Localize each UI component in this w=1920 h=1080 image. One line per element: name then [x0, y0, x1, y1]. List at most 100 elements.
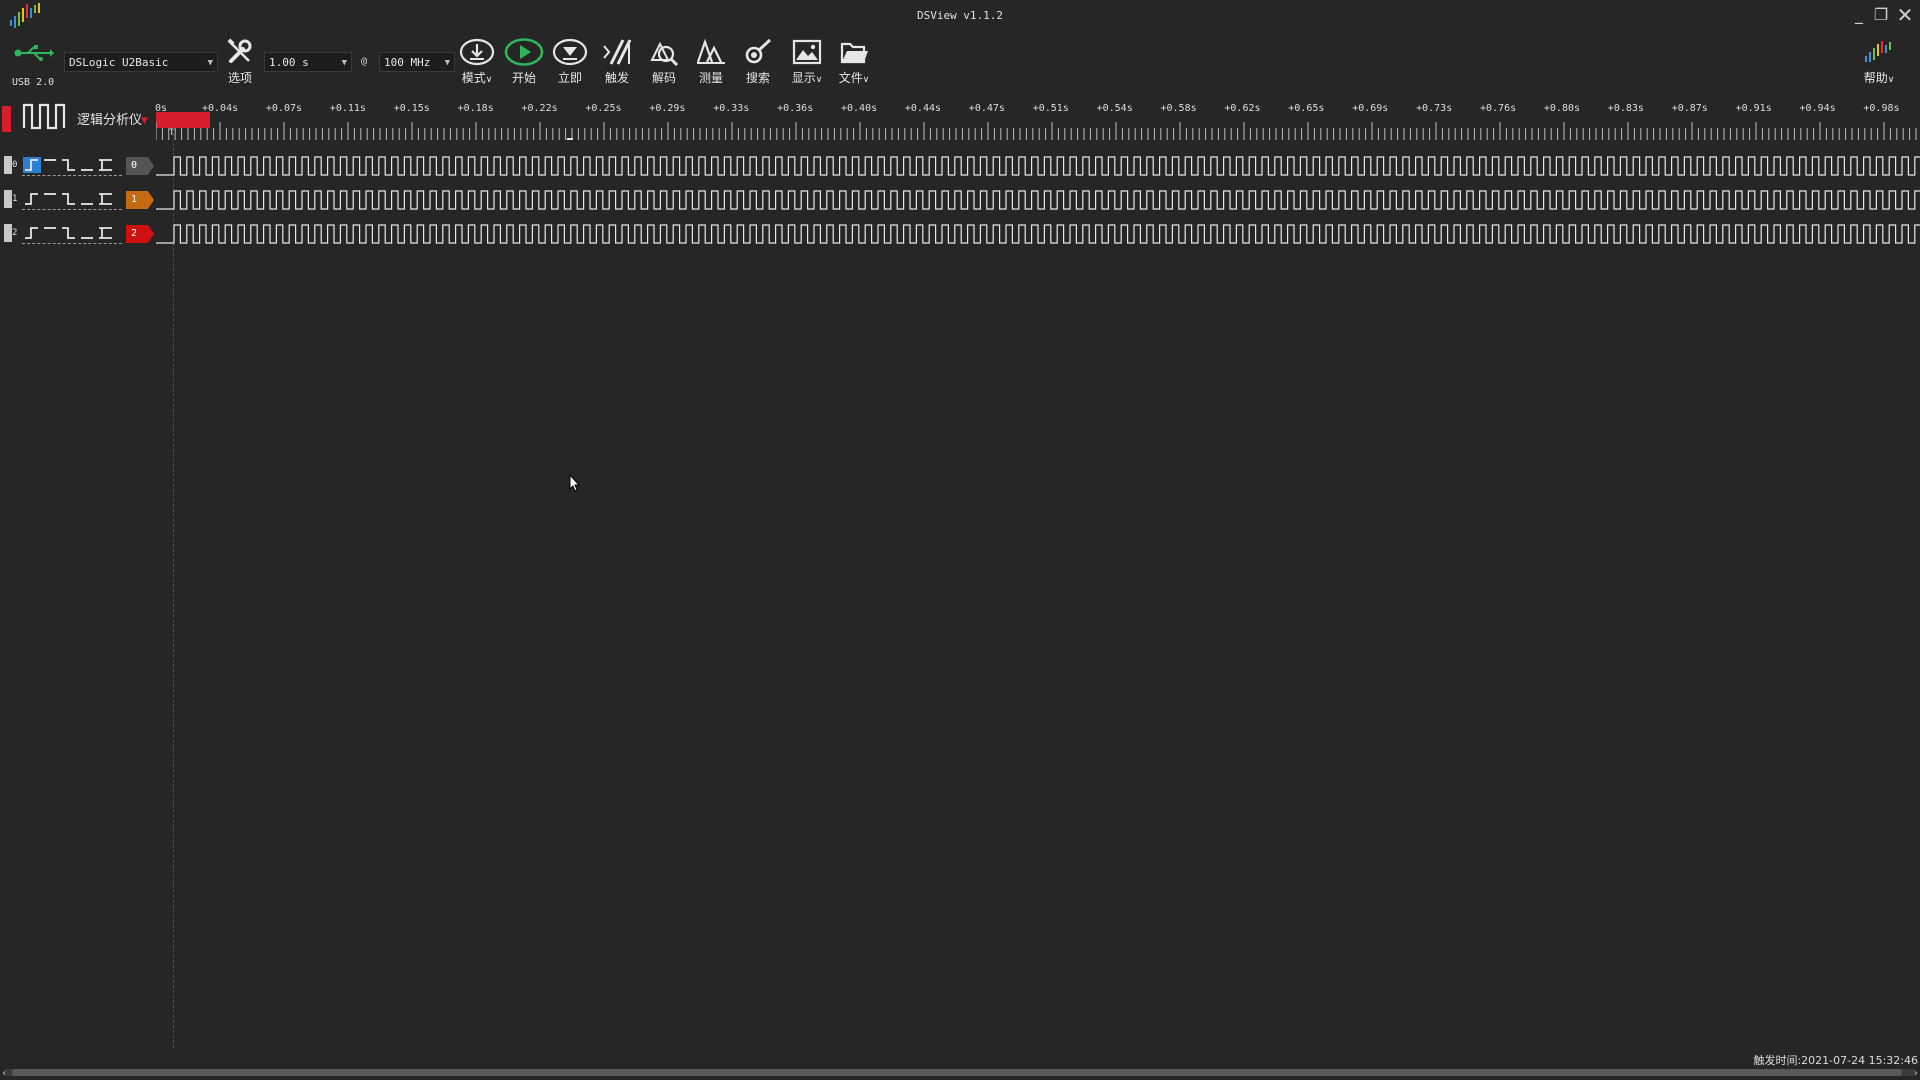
help-icon [1865, 41, 1891, 62]
chevron-down-icon: ∨ [485, 75, 493, 85]
mouse-pointer-icon [569, 474, 581, 492]
channel-trigger-options[interactable] [22, 155, 122, 176]
start-icon [504, 38, 544, 66]
chevron-down-icon: ∨ [862, 75, 870, 85]
instant-icon [552, 38, 588, 66]
channel-waveform [156, 190, 1920, 210]
ruler-tick-label: +0.73s [1416, 103, 1453, 114]
channel-drag-handle[interactable] [4, 156, 12, 174]
channel-trigger-options[interactable] [22, 189, 122, 210]
ruler-tick-label: +0.07s [265, 103, 303, 114]
ruler-tick-label: +0.25s [585, 103, 622, 114]
trigger-time-status: 触发时间:2021-07-24 15:32:46 [1753, 1054, 1918, 1067]
channel-row[interactable]: 11 [0, 185, 1920, 215]
file-button[interactable]: 文件∨ [831, 38, 877, 94]
measure-icon [696, 38, 725, 64]
ruler-tick-label: +0.83s [1607, 103, 1644, 114]
trigger-edge-icons[interactable] [22, 189, 122, 209]
samplerate-value: 100 MHz [384, 56, 431, 69]
channel-drag-handle[interactable] [4, 190, 12, 208]
scroll-right-arrow[interactable]: › [1914, 1068, 1918, 1079]
minimize-button[interactable]: _ [1848, 4, 1870, 26]
options-button[interactable]: 选项 [217, 38, 263, 94]
channel-index: 1 [12, 194, 18, 204]
device-name: DSLogic U2Basic [69, 56, 169, 69]
trigger-edge-icons[interactable] [22, 155, 122, 175]
mode-label: 模式∨ [461, 71, 493, 85]
wrench-icon [227, 38, 252, 63]
display-label: 显示∨ [791, 71, 823, 85]
trigger-button[interactable]: 触发 [594, 38, 640, 94]
mode-dropdown-arrow[interactable]: ▼ [141, 116, 148, 126]
decode-label: 解码 [651, 71, 676, 85]
usb-label: USB 2.0 [12, 77, 55, 88]
device-select[interactable]: DSLogic U2Basic ▼ [64, 52, 218, 72]
ruler-tick-label: +0.65s [1288, 103, 1325, 114]
file-icon [840, 42, 868, 64]
ruler-tick-label: +0.58s [1160, 103, 1197, 114]
ruler-tick-label: +0.87s [1671, 103, 1708, 114]
ruler-tick-label: +0.62s [1224, 103, 1261, 114]
start-button[interactable]: 开始 [501, 38, 547, 94]
ruler-tick-label: +0.22s [521, 103, 558, 114]
decode-icon [650, 41, 679, 66]
search-icon [745, 38, 772, 64]
trigger-edge-icons[interactable] [22, 223, 122, 243]
duration-select[interactable]: 1.00 s ▼ [264, 52, 352, 72]
chevron-down-icon: ▼ [444, 58, 450, 68]
ruler-tick-label: +0.33s [713, 103, 750, 114]
samplerate-select[interactable]: 100 MHz ▼ [379, 52, 455, 72]
channel-index: 2 [12, 228, 18, 238]
ruler-ticks [156, 122, 1917, 140]
display-button[interactable]: 显示∨ [784, 38, 830, 94]
ruler-tick-label: +0.94s [1799, 103, 1836, 114]
ruler-tick-label: +0.36s [777, 103, 814, 114]
close-button[interactable]: ✕ [1894, 4, 1916, 26]
usb-icon [14, 45, 54, 61]
restore-button[interactable]: ❐ [1870, 4, 1892, 26]
channel-trigger-options[interactable] [22, 223, 122, 244]
ruler-tick-label: +0.91s [1735, 103, 1772, 114]
trigger-line [173, 128, 174, 1048]
ruler-tick-label: +0.80s [1543, 103, 1581, 114]
trigger-label: 触发 [604, 71, 629, 85]
horizontal-scrollbar[interactable] [4, 1069, 1916, 1076]
scroll-left-arrow[interactable]: ‹ [2, 1068, 6, 1079]
instant-label: 立即 [557, 71, 582, 85]
search-label: 搜索 [745, 71, 770, 85]
chevron-down-icon: ∨ [1887, 75, 1895, 85]
mode-button[interactable]: 模式∨ [454, 38, 500, 94]
ruler-tick-label: +0.47s [968, 103, 1005, 114]
help-label: 帮助∨ [1863, 71, 1895, 85]
search-button[interactable]: 搜索 [735, 38, 781, 94]
measure-button[interactable]: 测量 [688, 38, 734, 94]
ruler-tick-label: +0.69s [1352, 103, 1389, 114]
channel-color-badge[interactable]: 2 [126, 225, 154, 243]
instant-button[interactable]: 立即 [547, 38, 593, 94]
channel-waveform [156, 224, 1920, 244]
ruler-tick-label: +0.54s [1096, 103, 1133, 114]
start-label: 开始 [511, 71, 536, 85]
channel-drag-handle[interactable] [4, 224, 12, 242]
ruler-tick-label: +0.18s [457, 103, 494, 114]
channel-row[interactable]: 22 [0, 219, 1920, 249]
ruler-tick-label: +0.44s [904, 103, 942, 114]
channel-color-badge[interactable]: 1 [126, 191, 154, 209]
chevron-down-icon: ▼ [207, 58, 213, 68]
channel-waveform [156, 156, 1920, 176]
help-button[interactable]: 帮助∨ [1856, 38, 1902, 94]
channel-row[interactable]: 00 [0, 151, 1920, 181]
window-title: DSView v1.1.2 [916, 9, 1004, 22]
decode-button[interactable]: 解码 [641, 38, 687, 94]
ruler-tick-label: +0.04s [202, 103, 239, 114]
cursor-marker [567, 138, 573, 140]
options-label: 选项 [227, 71, 252, 85]
logic-mode-icon[interactable] [22, 102, 68, 130]
scrollbar-thumb[interactable] [12, 1069, 1902, 1076]
at-symbol: @ [361, 56, 368, 67]
ruler-tick-label: +0.15s [393, 103, 430, 114]
ruler-tick-label: +0.51s [1032, 103, 1069, 114]
channel-color-badge[interactable]: 0 [126, 157, 154, 175]
duration-value: 1.00 s [269, 56, 309, 69]
ruler-tick-label: +0.98s [1863, 103, 1900, 114]
